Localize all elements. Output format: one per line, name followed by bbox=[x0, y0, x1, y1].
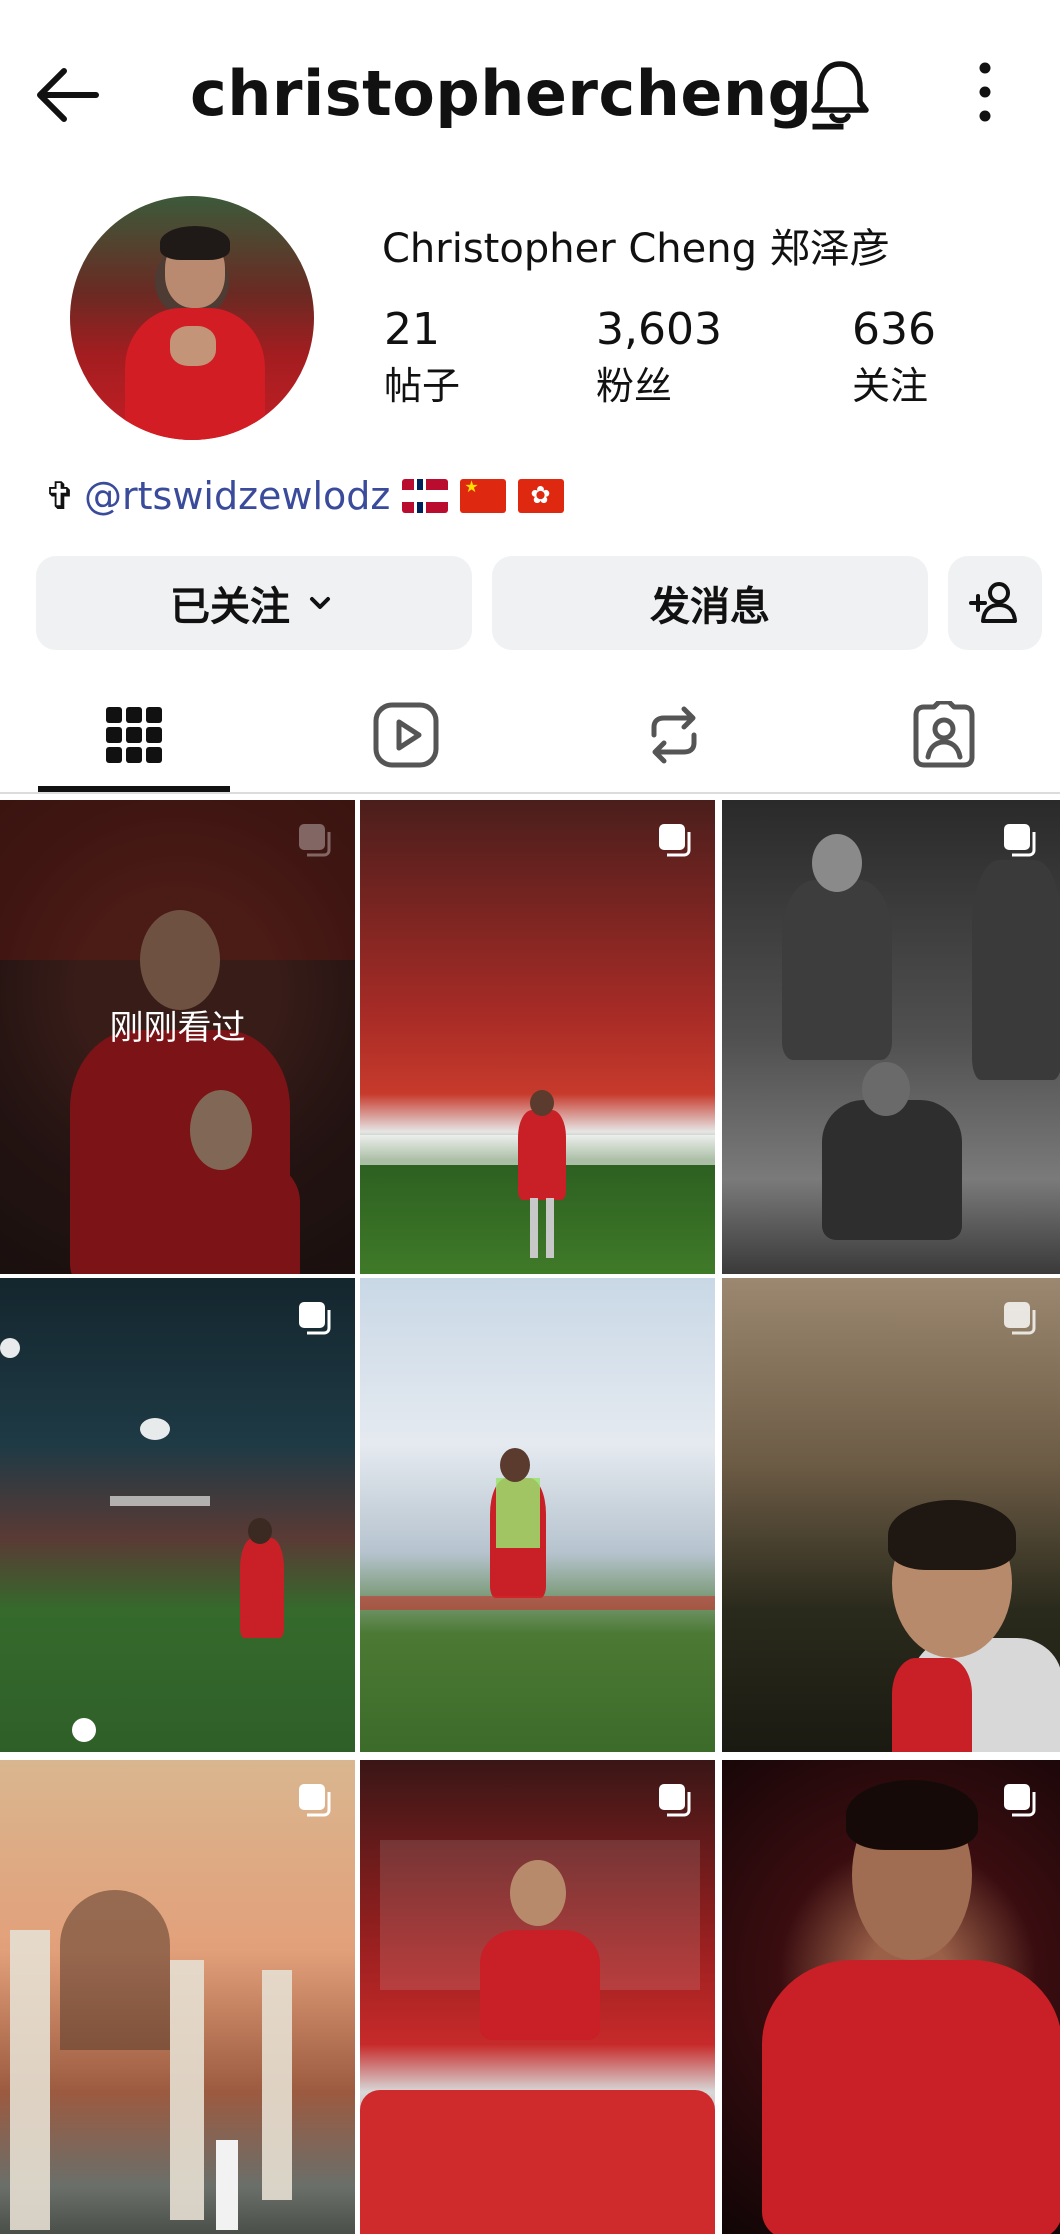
multi-photo-icon bbox=[1004, 1784, 1036, 1817]
following-label: 关注 bbox=[852, 364, 929, 408]
multi-photo-icon bbox=[659, 824, 691, 857]
post-thumbnail[interactable]: 刚刚看过 bbox=[0, 800, 355, 1274]
post-thumbnail[interactable] bbox=[722, 1760, 1060, 2234]
tab-tagged[interactable] bbox=[854, 680, 1034, 790]
followers-label: 粉丝 bbox=[596, 364, 673, 408]
china-flag-icon bbox=[460, 479, 507, 513]
post-thumbnail[interactable] bbox=[360, 1278, 715, 1752]
bio: ✞ @rtswidzewlodz bbox=[44, 468, 565, 524]
chevron-down-icon bbox=[310, 597, 330, 609]
arrow-left-icon bbox=[37, 68, 99, 122]
followers-count[interactable]: 3,603 bbox=[596, 302, 722, 358]
suggested-users-button[interactable] bbox=[948, 556, 1042, 650]
post-thumbnail[interactable] bbox=[360, 1760, 715, 2234]
multi-photo-icon bbox=[299, 1302, 331, 1335]
notifications-button[interactable] bbox=[800, 52, 880, 132]
multi-photo-icon bbox=[1004, 824, 1036, 857]
tab-posts[interactable] bbox=[44, 680, 224, 790]
tagged-person-icon bbox=[913, 701, 975, 768]
repost-icon bbox=[651, 706, 697, 764]
following-button-label: 已关注 bbox=[170, 584, 290, 630]
message-button-label: 发消息 bbox=[650, 584, 770, 630]
reels-icon bbox=[373, 702, 439, 768]
multi-photo-icon bbox=[1004, 1302, 1036, 1335]
add-person-icon bbox=[969, 582, 1017, 623]
more-options-button[interactable] bbox=[945, 52, 1025, 132]
avatar[interactable] bbox=[70, 196, 314, 440]
bell-icon bbox=[811, 61, 869, 124]
tab-reels[interactable] bbox=[316, 680, 496, 790]
post-thumbnail[interactable] bbox=[0, 1278, 355, 1752]
back-button[interactable] bbox=[30, 55, 110, 135]
multi-photo-icon bbox=[299, 1784, 331, 1817]
post-thumbnail[interactable] bbox=[360, 800, 715, 1274]
tab-reposts[interactable] bbox=[584, 680, 764, 790]
divider bbox=[0, 792, 1060, 794]
profile-username: christophercheng_ bbox=[190, 57, 844, 130]
multi-photo-icon bbox=[659, 1784, 691, 1817]
grid-icon bbox=[106, 707, 162, 763]
profile-full-name: Christopher Cheng 郑泽彦 bbox=[382, 226, 890, 272]
post-thumbnail[interactable] bbox=[0, 1760, 355, 2234]
post-thumbnail[interactable] bbox=[722, 1278, 1060, 1752]
more-vertical-icon bbox=[979, 62, 991, 122]
following-count[interactable]: 636 bbox=[852, 302, 936, 358]
message-button[interactable]: 发消息 bbox=[492, 556, 928, 650]
bio-mention-link[interactable]: @rtswidzewlodz bbox=[84, 474, 390, 518]
hong-kong-flag-icon bbox=[518, 479, 565, 513]
following-button[interactable]: 已关注 bbox=[36, 556, 472, 650]
post-thumbnail[interactable] bbox=[722, 800, 1060, 1274]
norway-flag-icon bbox=[402, 479, 449, 513]
posts-label: 帖子 bbox=[384, 364, 461, 408]
posts-count[interactable]: 21 bbox=[384, 302, 440, 358]
cross-icon: ✞ bbox=[44, 474, 76, 518]
recently-viewed-label: 刚刚看过 bbox=[109, 1008, 246, 1048]
multi-photo-icon bbox=[299, 824, 331, 857]
